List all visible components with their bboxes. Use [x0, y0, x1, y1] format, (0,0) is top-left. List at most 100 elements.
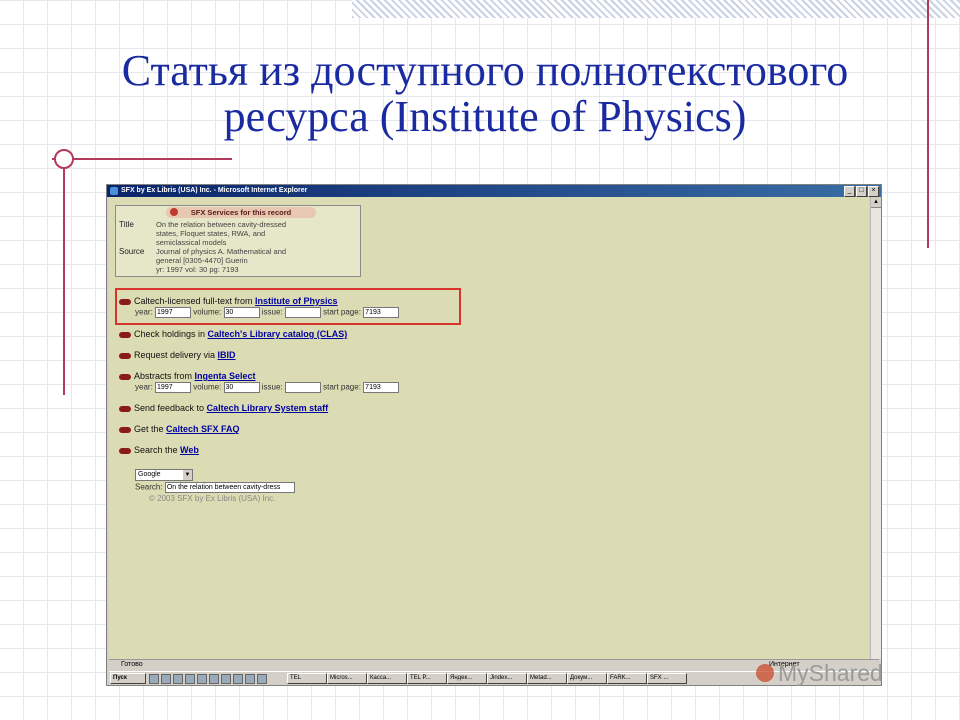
quicklaunch-icon[interactable] — [173, 674, 183, 684]
taskbar-item[interactable]: Metad... — [527, 673, 567, 684]
sfx-record-box: SFX Services for this record Title On th… — [115, 205, 361, 277]
search-engine-select[interactable]: Google ▼ — [135, 469, 193, 481]
copyright: © 2003 SFX by Ex Libris (USA) Inc. — [149, 494, 276, 503]
quicklaunch-icon[interactable] — [197, 674, 207, 684]
abs-start-page-label: start page: — [323, 382, 361, 392]
quicklaunch-icon[interactable] — [245, 674, 255, 684]
source-label: Source — [119, 247, 145, 256]
volume-input[interactable]: 30 — [223, 307, 260, 318]
library-catalog-link[interactable]: Caltech's Library catalog (CLAS) — [208, 329, 348, 339]
quicklaunch-icon[interactable] — [233, 674, 243, 684]
slide-title: Статья из доступного полнотекстового рес… — [20, 48, 950, 140]
browser-titlebar: SFX by Ex Libris (USA) Inc. - Microsoft … — [107, 185, 881, 197]
fulltext-params: year: 1997 volume: 30 issue: start page:… — [135, 307, 400, 318]
slide-decor-line-left — [63, 150, 65, 395]
quicklaunch-icon[interactable] — [209, 674, 219, 684]
quicklaunch-icon[interactable] — [149, 674, 159, 684]
close-button[interactable]: × — [868, 186, 879, 197]
search-input[interactable]: On the relation between cavity-dress — [164, 482, 295, 493]
scroll-up-icon[interactable]: ▲ — [871, 197, 881, 208]
abs-year-label: year: — [135, 382, 153, 392]
bullet-icon — [119, 352, 131, 359]
issue-label: issue: — [261, 307, 283, 317]
quicklaunch-icon[interactable] — [185, 674, 195, 684]
source-value-line-3: yr: 1997 vol: 30 pg: 7193 — [156, 265, 239, 274]
bullet-icon — [119, 373, 131, 380]
institute-of-physics-link[interactable]: Institute of Physics — [255, 296, 338, 306]
slide-title-line-2: ресурса (Institute of Physics) — [223, 92, 747, 141]
abs-issue-input[interactable] — [284, 382, 321, 393]
service-fulltext: Caltech-licensed full-text from Institut… — [119, 296, 338, 306]
search-engine-value: Google — [138, 471, 161, 478]
year-label: year: — [135, 307, 153, 317]
service-abstracts: Abstracts from Ingenta Select — [119, 371, 256, 381]
search-row: Search: On the relation between cavity-d… — [135, 482, 295, 493]
abstracts-params: year: 1997 volume: 30 issue: start page:… — [135, 382, 400, 393]
bullet-icon — [119, 331, 131, 338]
bullet-icon — [119, 298, 131, 305]
ibid-link[interactable]: IBID — [218, 350, 236, 360]
title-value-line-1: On the relation between cavity-dressed — [156, 220, 287, 229]
taskbar-item[interactable]: Micros... — [327, 673, 367, 684]
maximize-button[interactable]: □ — [856, 186, 867, 197]
bullet-icon — [119, 405, 131, 412]
delivery-text: Request delivery via — [134, 350, 218, 360]
taskbar-item[interactable]: Докум... — [567, 673, 607, 684]
source-value-line-2: general [0305-4470] Guerin — [156, 256, 248, 265]
vertical-scrollbar[interactable]: ▲ — [870, 197, 881, 659]
search-web-text: Search the — [134, 445, 181, 455]
abs-volume-label: volume: — [193, 382, 222, 392]
watermark: MyShared — [778, 660, 883, 686]
minimize-button[interactable]: _ — [844, 186, 855, 197]
page-content: SFX Services for this record Title On th… — [109, 197, 869, 659]
taskbar-item[interactable]: SFX ... — [647, 673, 687, 684]
sfx-faq-link[interactable]: Caltech SFX FAQ — [166, 424, 240, 434]
taskbar-item[interactable]: TEL P... — [407, 673, 447, 684]
feedback-text: Send feedback to — [134, 403, 207, 413]
bullet-icon — [119, 447, 131, 454]
sfx-header: SFX Services for this record — [166, 207, 316, 218]
start-button[interactable]: Пуск — [110, 673, 146, 684]
service-faq: Get the Caltech SFX FAQ — [119, 424, 240, 434]
title-value-line-2: states, Floquet states, RWA, and — [156, 229, 266, 238]
search-label: Search: — [135, 482, 163, 492]
quicklaunch-icon[interactable] — [257, 674, 267, 684]
chevron-down-icon[interactable]: ▼ — [183, 470, 192, 480]
taskbar-item[interactable]: Jindex... — [487, 673, 527, 684]
taskbar-item[interactable]: TEL — [287, 673, 327, 684]
service-feedback: Send feedback to Caltech Library System … — [119, 403, 328, 413]
start-page-label: start page: — [323, 307, 361, 317]
start-page-input[interactable]: 7193 — [363, 307, 400, 318]
taskbar-item[interactable]: Касса... — [367, 673, 407, 684]
internet-explorer-icon — [110, 187, 118, 195]
title-value-line-3: semiclassical models — [156, 238, 227, 247]
service-search-web: Search the Web — [119, 445, 199, 455]
taskbar-item[interactable]: Яндек... — [447, 673, 487, 684]
fulltext-text: Caltech-licensed full-text from — [134, 296, 256, 306]
slide-decor-circle — [54, 149, 74, 169]
abs-volume-input[interactable]: 30 — [223, 382, 260, 393]
year-input[interactable]: 1997 — [155, 307, 192, 318]
issue-input[interactable] — [284, 307, 321, 318]
browser-window: SFX by Ex Libris (USA) Inc. - Microsoft … — [106, 184, 882, 686]
volume-label: volume: — [193, 307, 222, 317]
myshared-logo-icon — [756, 664, 774, 682]
service-delivery: Request delivery via IBID — [119, 350, 236, 360]
ingenta-select-link[interactable]: Ingenta Select — [195, 371, 256, 381]
library-staff-link[interactable]: Caltech Library System staff — [207, 403, 329, 413]
title-label: Title — [119, 220, 134, 229]
abs-issue-label: issue: — [261, 382, 283, 392]
taskbar-item[interactable]: FARK... — [607, 673, 647, 684]
service-holdings: Check holdings in Caltech's Library cata… — [119, 329, 347, 339]
abstracts-text: Abstracts from — [134, 371, 195, 381]
web-link[interactable]: Web — [180, 445, 199, 455]
abs-year-input[interactable]: 1997 — [155, 382, 192, 393]
bullet-icon — [119, 426, 131, 433]
source-value-line-1: Journal of physics A. Mathematical and — [156, 247, 287, 256]
quicklaunch-icon[interactable] — [221, 674, 231, 684]
abs-start-page-input[interactable]: 7193 — [363, 382, 400, 393]
status-text: Готово — [121, 661, 143, 668]
sfx-header-label: SFX Services for this record — [190, 208, 292, 217]
quicklaunch-icon[interactable] — [161, 674, 171, 684]
browser-window-title: SFX by Ex Libris (USA) Inc. - Microsoft … — [121, 187, 308, 194]
